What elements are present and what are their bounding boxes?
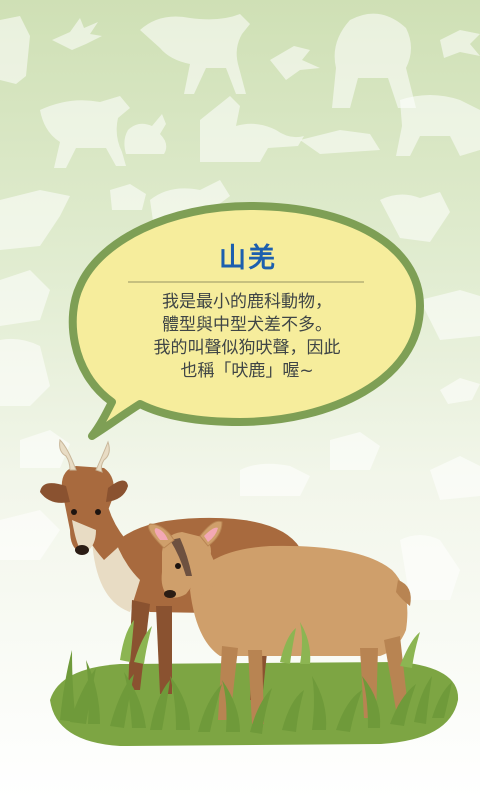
description-line: 體型與中型犬差不多。 [162, 315, 332, 335]
description-line: 我是最小的鹿科動物， [162, 292, 332, 312]
animal-description: 我是最小的鹿科動物， 體型與中型犬差不多。 我的叫聲似狗吠聲，因此 也稱「吠鹿」… [112, 291, 382, 383]
animal-name-title: 山羌 [219, 243, 277, 274]
muntjac-scene [40, 438, 459, 746]
title-divider [128, 281, 364, 283]
description-line: 我的叫聲似狗吠聲，因此 [153, 338, 341, 358]
description-line: 也稱「吠鹿」喔~ [180, 361, 314, 381]
